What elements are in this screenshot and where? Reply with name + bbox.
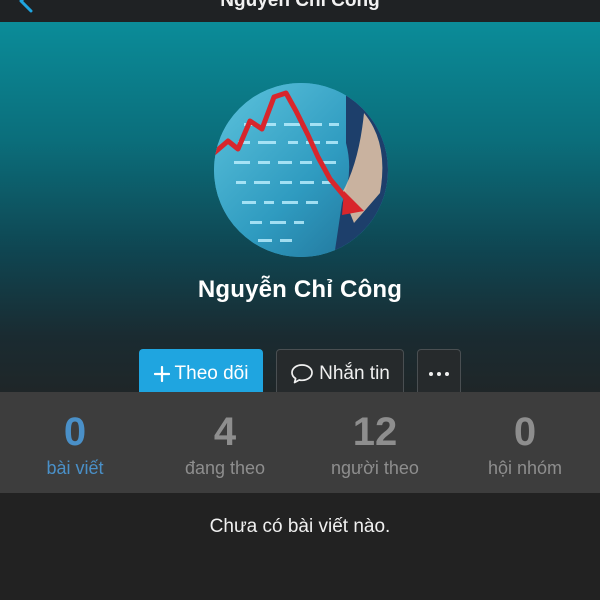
stat-groups[interactable]: 0 hội nhóm [450, 392, 600, 493]
stat-value: 0 [513, 410, 537, 454]
plus-icon [153, 365, 170, 382]
stat-label: hội nhóm [487, 458, 563, 478]
stats-bar: 0 bài viết 4 đang theo 12 người theo 0 h… [0, 392, 600, 493]
stat-label: người theo [331, 458, 419, 478]
empty-posts-message: Chưa có bài viết nào. [209, 516, 391, 537]
stat-label: bài viết [46, 458, 104, 478]
stat-value: 4 [213, 410, 237, 454]
nav-title: Nguyễn Chỉ Công [220, 0, 380, 11]
profile-header: Nguyễn Chỉ Công Theo dõi Nhắn tin [0, 22, 600, 398]
avatar[interactable] [214, 83, 388, 257]
stock-chart-down-icon [214, 83, 388, 257]
top-navigation-bar: Nguyễn Chỉ Công [0, 0, 600, 22]
follow-button[interactable]: Theo dõi [139, 349, 263, 398]
message-button-label: Nhắn tin [319, 362, 390, 384]
chat-bubble-icon [290, 363, 314, 385]
stat-value: 12 [352, 410, 398, 454]
message-button[interactable]: Nhắn tin [276, 349, 404, 398]
stat-posts[interactable]: 0 bài viết [0, 392, 150, 493]
profile-name: Nguyễn Chỉ Công [197, 276, 403, 303]
stat-following[interactable]: 4 đang theo [150, 392, 300, 493]
follow-button-label: Theo dõi [174, 362, 249, 384]
stat-label: đang theo [184, 458, 266, 478]
stat-value: 0 [63, 410, 87, 454]
stat-followers[interactable]: 12 người theo [300, 392, 450, 493]
more-options-button[interactable] [417, 349, 461, 398]
ellipsis-icon [429, 371, 449, 376]
